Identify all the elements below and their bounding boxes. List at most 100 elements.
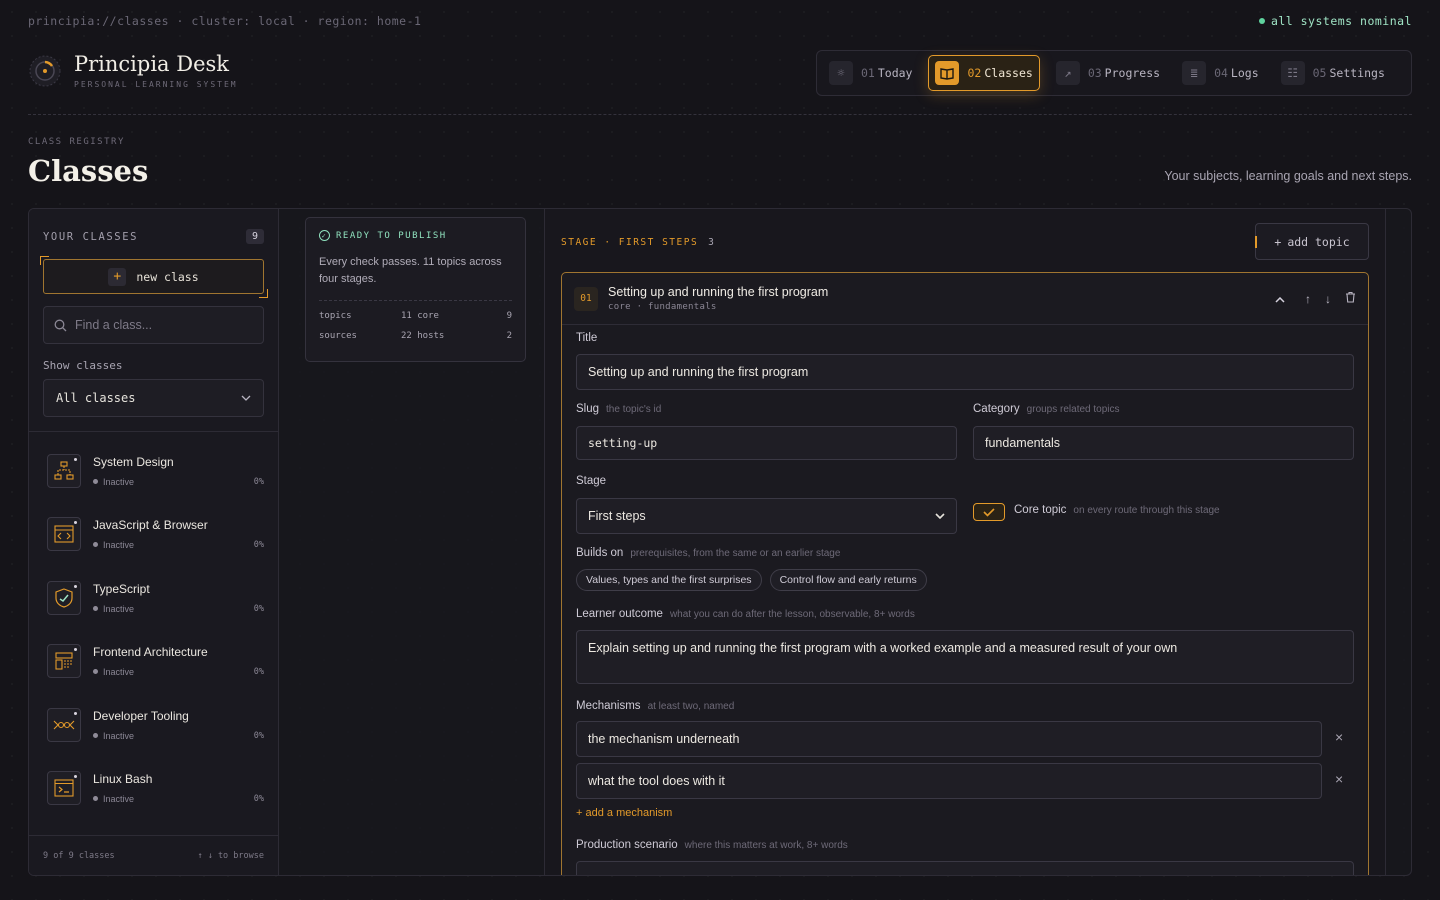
class-item-linux-bash[interactable]: Linux Bash Inactive 0% — [29, 757, 278, 821]
core-topic-hint: on every route through this stage — [1073, 505, 1220, 516]
show-classes-select[interactable]: All classes — [43, 379, 264, 417]
nav-num: 04 — [1214, 66, 1228, 80]
nav-label: Today — [877, 66, 913, 80]
sidebar-header: YOUR CLASSES 9 — [43, 229, 264, 244]
outcome-textarea[interactable]: Explain setting up and running the first… — [576, 630, 1354, 684]
chevron-down-icon — [935, 513, 945, 519]
class-list: System Design Inactive 0% JavaScript & Br… — [29, 439, 278, 835]
diagram-icon — [47, 453, 81, 488]
nav-num: 02 — [967, 66, 982, 80]
add-mechanism-link[interactable]: + add a mechanism — [576, 807, 672, 819]
class-item-system-design[interactable]: System Design Inactive 0% — [29, 439, 278, 503]
shield-icon — [47, 580, 81, 615]
topic-header[interactable]: 01 Setting up and running the first prog… — [562, 273, 1368, 325]
class-item-javascript[interactable]: JavaScript & Browser Inactive 0% — [29, 503, 278, 567]
class-progress: 0% — [253, 794, 264, 805]
class-item-developer-tooling[interactable]: Developer Tooling Inactive 0% — [29, 693, 278, 757]
plus-icon: + — [108, 267, 127, 286]
mechanisms-label: Mechanisms at least two, named — [576, 700, 734, 712]
new-class-label: new class — [136, 269, 199, 284]
system-status-text: all systems nominal — [1270, 14, 1412, 28]
prerequisite-chip[interactable]: Control flow and early returns — [769, 569, 927, 591]
nav-classes[interactable]: 02 Classes — [928, 55, 1040, 91]
delete-icon[interactable] — [1345, 291, 1356, 306]
status-dot-icon — [74, 457, 77, 461]
class-status: Inactive — [93, 477, 134, 487]
publish-number: 9 — [506, 311, 512, 321]
class-progress: 0% — [253, 603, 264, 614]
prerequisite-chip[interactable]: Values, types and the first surprises — [576, 569, 762, 591]
check-icon — [983, 507, 995, 517]
code-window-icon — [47, 517, 81, 552]
slug-input[interactable]: setting-up — [576, 426, 957, 460]
class-name: Linux Bash — [93, 772, 153, 787]
builds-on-chips: Values, types and the first surprises Con… — [576, 569, 935, 591]
browse-hint: ↑ ↓ to browse — [197, 850, 264, 861]
class-search[interactable] — [43, 306, 264, 344]
add-topic-button[interactable]: + add topic — [1255, 223, 1369, 260]
mechanisms-label-text: Mechanisms — [576, 700, 641, 712]
class-item-frontend-architecture[interactable]: Frontend Architecture Inactive 0% — [29, 630, 278, 694]
stage-select[interactable]: First steps — [576, 498, 957, 534]
remove-mechanism-icon[interactable]: × — [1335, 771, 1343, 787]
focus-corner — [259, 289, 268, 298]
slug-label: Slug the topic's id — [576, 403, 661, 415]
class-item-typescript[interactable]: TypeScript Inactive 0% — [29, 566, 278, 630]
stage-field-label: Stage — [576, 475, 606, 487]
title-input[interactable]: Setting up and running the first program — [576, 354, 1354, 390]
outcome-label: Learner outcome what you can do after the… — [576, 608, 915, 620]
nav-settings[interactable]: ☷ 05 Settings — [1275, 55, 1391, 91]
brand-title: Principia Desk — [74, 52, 230, 76]
pipeline-icon — [47, 707, 81, 742]
title-label: Title — [576, 332, 597, 344]
sun-icon: ☼ — [829, 61, 853, 85]
publish-heading-text: READY TO PUBLISH — [336, 230, 447, 241]
category-hint: groups related topics — [1026, 404, 1120, 415]
add-mechanism-label: add a mechanism — [585, 807, 673, 819]
nav-logs[interactable]: ≣ 04 Logs — [1176, 55, 1265, 91]
status-dot-icon — [74, 521, 77, 525]
category-input[interactable]: fundamentals — [973, 426, 1354, 460]
nav-num: 05 — [1312, 66, 1327, 80]
remove-mechanism-icon[interactable]: × — [1335, 729, 1343, 745]
class-count-text: 9 of 9 classes — [43, 850, 115, 861]
move-up-icon[interactable]: ↑ — [1305, 292, 1311, 306]
page-eyebrow: CLASS REGISTRY — [28, 137, 125, 147]
class-status: Inactive — [93, 794, 134, 804]
brand[interactable]: Principia Desk PERSONAL LEARNING SYSTEM — [28, 52, 238, 89]
publish-status-card: ✓ READY TO PUBLISH Every check passes. 1… — [305, 217, 526, 362]
mechanism-input[interactable]: the mechanism underneath — [576, 721, 1322, 757]
nav-today[interactable]: ☼ 01 Today — [823, 55, 918, 91]
builds-on-hint: prerequisites, from the same or an earli… — [630, 548, 841, 559]
nav-label: Logs — [1230, 66, 1259, 80]
mechanism-input[interactable]: what the tool does with it — [576, 763, 1322, 799]
status-dot-icon — [74, 775, 77, 779]
scenario-textarea[interactable] — [576, 861, 1354, 875]
move-down-icon[interactable]: ↓ — [1325, 292, 1331, 306]
topic-editor: STAGE · FIRST STEPS 3 + add topic 01 Sett… — [544, 209, 1386, 875]
new-class-button[interactable]: + new class — [43, 259, 264, 294]
trend-icon: ↗ — [1055, 61, 1080, 85]
class-name: JavaScript & Browser — [93, 518, 208, 533]
class-count-badge: 9 — [245, 229, 264, 244]
show-classes-value: All classes — [56, 391, 136, 405]
core-topic-checkbox[interactable] — [973, 503, 1005, 521]
publish-heading: ✓ READY TO PUBLISH — [319, 230, 512, 241]
search-input[interactable] — [75, 318, 245, 332]
nav-progress[interactable]: ↗ 03 Progress — [1050, 55, 1166, 91]
class-item-partial[interactable] — [29, 820, 278, 835]
brand-logo-icon — [29, 55, 61, 86]
stage-select-value: First steps — [588, 509, 646, 523]
nav-label: Progress — [1104, 66, 1161, 80]
status-dot-icon — [74, 711, 77, 715]
scenario-label: Production scenario where this matters at… — [576, 839, 848, 851]
core-topic-label-text: Core topic — [1014, 504, 1067, 516]
publish-row-sources: sources 22 hosts 2 — [319, 331, 512, 341]
stage-field-label-text: Stage — [576, 475, 607, 487]
class-progress: 0% — [253, 667, 264, 678]
publish-value: 11 core — [401, 311, 439, 321]
book-icon — [935, 61, 960, 85]
collapse-icon[interactable] — [1275, 292, 1285, 306]
status-dot-icon — [1258, 18, 1265, 24]
topic-tags: core · fundamentals — [608, 302, 717, 312]
